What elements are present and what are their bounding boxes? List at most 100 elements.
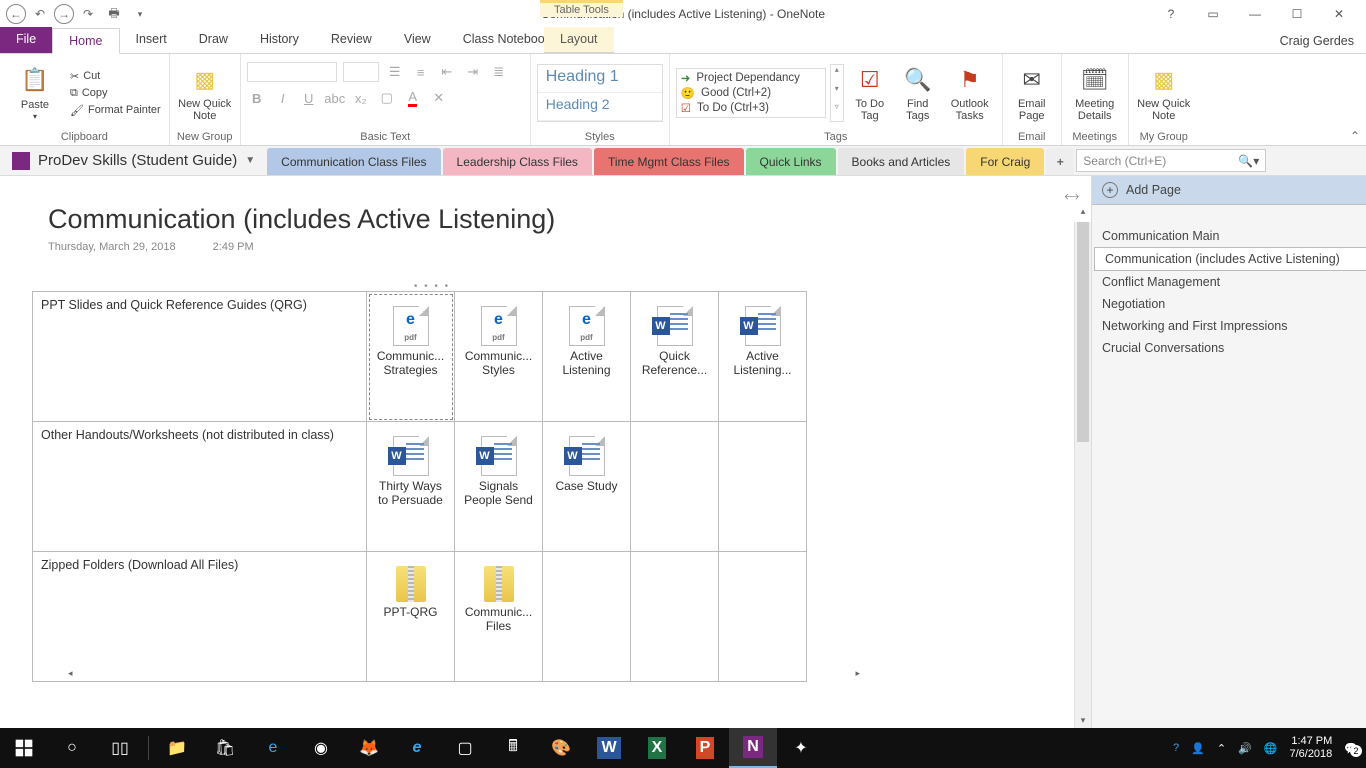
- section-tab-leadership[interactable]: Leadership Class Files: [443, 148, 592, 175]
- table-cell[interactable]: [631, 422, 719, 552]
- table-cell[interactable]: [543, 552, 631, 682]
- gallery-more[interactable]: ▿: [831, 102, 843, 121]
- file-attachment[interactable]: epdfActive Listening: [549, 298, 624, 378]
- section-tab-for-craig[interactable]: For Craig: [966, 148, 1044, 175]
- volume-icon[interactable]: 🔊: [1238, 742, 1252, 755]
- section-tab-books[interactable]: Books and Articles: [838, 148, 965, 175]
- file-attachment[interactable]: WThirty Ways to Persuade: [373, 428, 448, 508]
- page-list-item[interactable]: Negotiation: [1092, 293, 1366, 315]
- tab-view[interactable]: View: [388, 27, 447, 53]
- table-cell[interactable]: WCase Study: [543, 422, 631, 552]
- horizontal-scrollbar[interactable]: ◂▸: [68, 668, 860, 682]
- table-cell[interactable]: Communic... Files: [455, 552, 543, 682]
- onenote-button[interactable]: N: [729, 728, 777, 768]
- table-cell[interactable]: WQuick Reference...: [631, 292, 719, 422]
- clock[interactable]: 1:47 PM 7/6/2018: [1289, 735, 1332, 760]
- help-tray-icon[interactable]: ?: [1173, 742, 1179, 754]
- content-table[interactable]: PPT Slides and Quick Reference Guides (Q…: [32, 291, 807, 682]
- help-button[interactable]: ?: [1162, 7, 1180, 21]
- table-cell[interactable]: WSignals People Send: [455, 422, 543, 552]
- table-cell[interactable]: WActive Listening...: [719, 292, 807, 422]
- table-cell[interactable]: epdfActive Listening: [543, 292, 631, 422]
- find-tags-button[interactable]: 🔍 Find Tags: [896, 60, 940, 126]
- ribbon-display-button[interactable]: ▭: [1204, 7, 1222, 21]
- file-attachment[interactable]: epdfCommunic... Styles: [461, 298, 536, 378]
- tab-draw[interactable]: Draw: [183, 27, 244, 53]
- paste-button[interactable]: 📋 Paste ▾: [6, 60, 64, 126]
- new-quick-note-button[interactable]: ▩ New Quick Note: [176, 60, 234, 126]
- underline-button[interactable]: U: [299, 88, 319, 108]
- tab-insert[interactable]: Insert: [120, 27, 183, 53]
- tray-overflow-icon[interactable]: ⌃: [1217, 742, 1226, 755]
- forward-button[interactable]: →: [54, 4, 74, 24]
- table-cell[interactable]: epdfCommunic... Styles: [455, 292, 543, 422]
- numbering-button[interactable]: ≡: [411, 62, 431, 82]
- undo-button[interactable]: ↶: [28, 3, 52, 25]
- file-attachment[interactable]: WSignals People Send: [461, 428, 536, 508]
- clear-format-button[interactable]: ✕: [429, 88, 449, 108]
- qat-more-button[interactable]: ▾: [128, 3, 152, 25]
- styles-gallery[interactable]: Heading 1 Heading 2: [537, 64, 663, 122]
- font-size-dropdown[interactable]: [343, 62, 379, 82]
- powerpoint-button[interactable]: P: [681, 728, 729, 768]
- align-button[interactable]: ≣: [489, 62, 509, 82]
- firefox-button[interactable]: 🦊: [345, 728, 393, 768]
- section-tab-quick-links[interactable]: Quick Links: [746, 148, 836, 175]
- paint-button[interactable]: 🎨: [537, 728, 585, 768]
- font-color-button[interactable]: A: [403, 88, 423, 108]
- outdent-button[interactable]: ⇤: [437, 62, 457, 82]
- app-button-2[interactable]: ✦: [777, 728, 825, 768]
- file-attachment[interactable]: epdfCommunic... Strategies: [373, 298, 448, 378]
- container-handle[interactable]: • • • •: [32, 281, 832, 291]
- file-attachment[interactable]: WQuick Reference...: [637, 298, 712, 378]
- tab-layout[interactable]: Layout: [544, 27, 614, 53]
- file-attachment[interactable]: WActive Listening...: [725, 298, 800, 378]
- vertical-scrollbar[interactable]: ▴ ▾: [1074, 222, 1091, 728]
- email-page-button[interactable]: ✉ Email Page: [1009, 60, 1055, 126]
- page-list-item[interactable]: Networking and First Impressions: [1092, 315, 1366, 337]
- file-attachment[interactable]: WCase Study: [549, 428, 624, 494]
- table-row-header[interactable]: Zipped Folders (Download All Files): [33, 552, 367, 682]
- back-button[interactable]: ←: [6, 4, 26, 24]
- add-section-button[interactable]: +: [1046, 148, 1074, 175]
- subscript-button[interactable]: x₂: [351, 88, 371, 108]
- page-list-item[interactable]: Crucial Conversations: [1092, 337, 1366, 359]
- section-tab-communication[interactable]: Communication Class Files: [267, 148, 440, 175]
- page-title[interactable]: Communication (includes Active Listening…: [0, 176, 1091, 239]
- file-attachment[interactable]: PPT-QRG: [373, 558, 448, 620]
- store-button[interactable]: 🛍: [201, 728, 249, 768]
- tab-home[interactable]: Home: [52, 28, 119, 54]
- outlook-tasks-button[interactable]: ⚑ Outlook Tasks: [944, 60, 996, 126]
- tags-gallery[interactable]: ➜Project Dependancy 🙂Good (Ctrl+2) ☑To D…: [676, 68, 826, 118]
- collapse-ribbon-button[interactable]: ⌃: [1350, 129, 1360, 143]
- scroll-thumb[interactable]: [1077, 222, 1089, 442]
- table-row-header[interactable]: PPT Slides and Quick Reference Guides (Q…: [33, 292, 367, 422]
- tab-history[interactable]: History: [244, 27, 315, 53]
- word-button[interactable]: W: [585, 728, 633, 768]
- page-list-item[interactable]: Communication Main: [1092, 225, 1366, 247]
- italic-button[interactable]: I: [273, 88, 293, 108]
- user-name[interactable]: Craig Gerdes: [1268, 29, 1366, 53]
- file-explorer-button[interactable]: 📁: [153, 728, 201, 768]
- format-painter-button[interactable]: 🖌Format Painter: [68, 103, 163, 118]
- edge-button[interactable]: e: [249, 728, 297, 768]
- file-tab[interactable]: File: [0, 27, 52, 53]
- page-list-item[interactable]: Conflict Management: [1092, 271, 1366, 293]
- highlight-button[interactable]: ▢: [377, 88, 397, 108]
- chrome-button[interactable]: ◉: [297, 728, 345, 768]
- table-cell[interactable]: WThirty Ways to Persuade: [367, 422, 455, 552]
- new-quick-note-button-2[interactable]: ▩ New Quick Note: [1135, 60, 1193, 126]
- bullets-button[interactable]: ☰: [385, 62, 405, 82]
- start-button[interactable]: [0, 728, 48, 768]
- indent-button[interactable]: ⇥: [463, 62, 483, 82]
- search-box[interactable]: Search (Ctrl+E) 🔍▾: [1076, 149, 1266, 172]
- ie-button[interactable]: e: [393, 728, 441, 768]
- todo-tag-button[interactable]: ☑ To Do Tag: [848, 60, 892, 126]
- file-attachment[interactable]: Communic... Files: [461, 558, 536, 634]
- cortana-button[interactable]: ○: [48, 728, 96, 768]
- calculator-button[interactable]: 🖩: [489, 728, 537, 768]
- minimize-button[interactable]: ―: [1246, 7, 1264, 21]
- page-canvas[interactable]: ⤢ Communication (includes Active Listeni…: [0, 176, 1091, 728]
- cut-button[interactable]: ✂Cut: [68, 69, 163, 84]
- app-button-1[interactable]: ▢: [441, 728, 489, 768]
